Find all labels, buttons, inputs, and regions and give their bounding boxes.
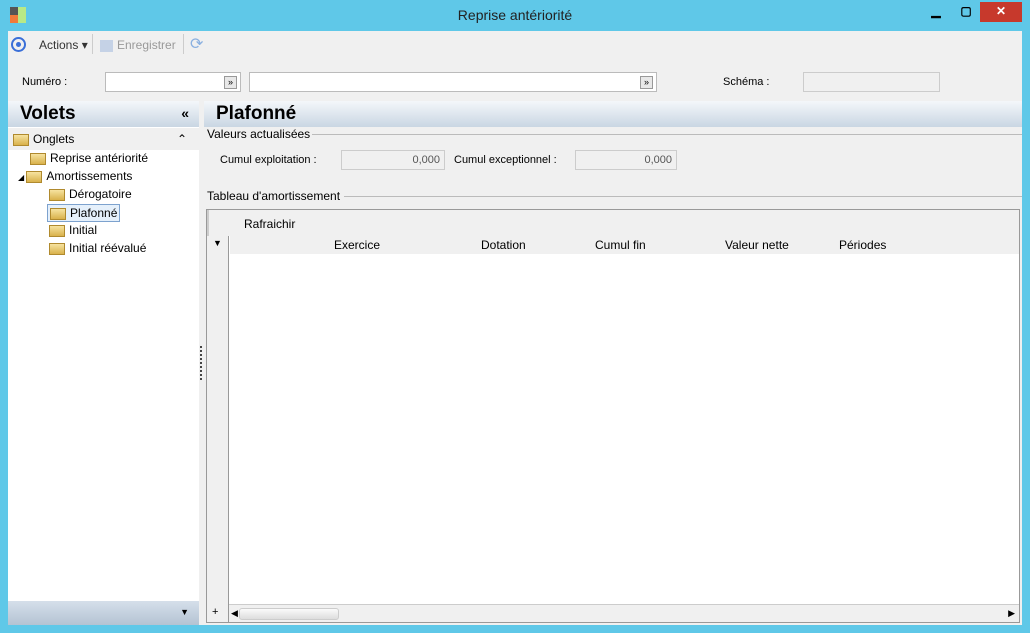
splitter-handle[interactable] [200, 346, 202, 380]
tree-item[interactable]: ◢ Amortissements [18, 169, 132, 183]
valeurs-group-title: Valeurs actualisées [207, 127, 311, 141]
folder-icon [26, 170, 43, 183]
cumul-exploitation-value: 0,000 [341, 150, 445, 170]
chevron-down-icon[interactable]: ▼ [180, 607, 189, 617]
close-button[interactable]: ✕ [980, 2, 1022, 22]
section-onglets[interactable]: Onglets ⌃ [8, 128, 199, 150]
column-exercice[interactable]: Exercice [334, 238, 380, 252]
app-icon [10, 7, 26, 23]
tree-item[interactable]: Reprise antériorité [30, 151, 148, 165]
numero-label: Numéro : [22, 76, 68, 88]
scroll-thumb[interactable] [239, 608, 339, 620]
tableau-group-title: Tableau d'amortissement [207, 189, 341, 203]
horizontal-scrollbar[interactable]: + ◀ ▶ [212, 604, 1019, 622]
schema-label: Schéma : [723, 76, 770, 88]
column-periodes[interactable]: Périodes [839, 238, 886, 252]
open-folder-icon [50, 207, 66, 220]
folder-icon [49, 224, 65, 237]
tree-item[interactable]: Initial réévalué [49, 241, 146, 255]
collapse-icon[interactable]: « [181, 101, 189, 126]
description-input[interactable]: » [249, 72, 657, 92]
tree-item[interactable]: Initial [49, 223, 97, 237]
page-title: Plafonné [204, 101, 1022, 127]
grid-header: Exercice Dotation Cumul fin Valeur nette… [230, 236, 1019, 254]
sidebar-title: Volets « [8, 101, 199, 127]
rafraichir-button[interactable]: Rafraichir [244, 217, 295, 231]
dropdown-icon[interactable]: » [224, 76, 237, 89]
save-icon [100, 39, 113, 52]
window-title: Reprise antériorité [457, 7, 573, 23]
actions-menu[interactable]: Actions ▾ [39, 38, 88, 52]
amortissement-grid: Rafraichir ▼ Exercice Dotation Cumul fin… [206, 209, 1020, 623]
cumul-exploitation-label: Cumul exploitation : [220, 154, 317, 166]
grid-toolbar: Rafraichir [207, 210, 1019, 236]
maximize-button[interactable]: ▢ [950, 2, 982, 22]
sidebar-footer[interactable]: ▼ [8, 601, 199, 625]
save-label: Enregistrer [117, 38, 176, 52]
client-area: Actions ▾ Enregistrer ⟳ Numéro : » » Sch… [8, 31, 1022, 625]
folder-icon [13, 133, 29, 146]
numero-input[interactable]: » [105, 72, 241, 92]
tree-item-selected[interactable]: Plafonné [47, 204, 121, 222]
cumul-exceptionnel-value: 0,000 [575, 150, 677, 170]
scroll-right-icon[interactable]: ▶ [1008, 608, 1015, 619]
dropdown-icon[interactable]: » [640, 76, 653, 89]
chevron-up-icon[interactable]: ⌃ [177, 128, 187, 150]
save-button[interactable]: Enregistrer [100, 38, 176, 52]
folder-icon [30, 152, 46, 165]
menu-circle-icon[interactable] [11, 37, 26, 52]
folder-icon [49, 188, 65, 201]
tree-item[interactable]: Dérogatoire [49, 187, 132, 201]
folder-icon [49, 242, 65, 255]
column-cumul-fin[interactable]: Cumul fin [595, 238, 646, 252]
refresh-icon[interactable]: ⟳ [190, 34, 203, 54]
cumul-exceptionnel-label: Cumul exceptionnel : [454, 154, 557, 166]
column-chooser-icon[interactable]: ▼ [213, 238, 222, 248]
actions-label: Actions [39, 38, 79, 52]
column-valeur-nette[interactable]: Valeur nette [725, 238, 789, 252]
scroll-left-icon[interactable]: ◀ [231, 608, 238, 619]
add-row-button[interactable]: + [212, 606, 218, 618]
minimize-button[interactable]: ▁ [920, 2, 952, 22]
schema-input [803, 72, 940, 92]
column-dotation[interactable]: Dotation [481, 238, 526, 252]
